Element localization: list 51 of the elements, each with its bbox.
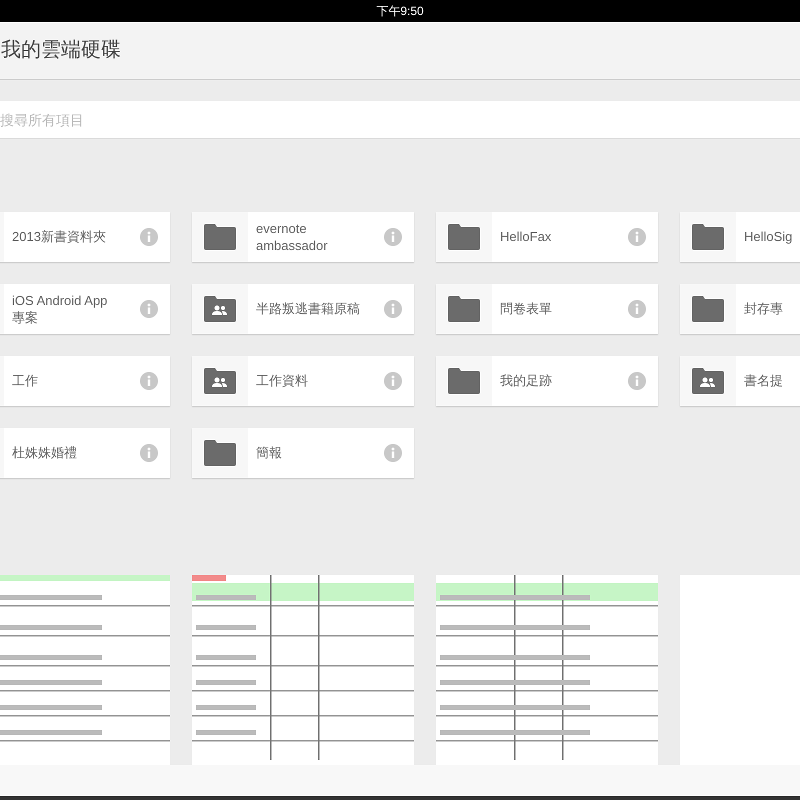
info-icon[interactable] [384,228,402,246]
folder-icon [448,296,480,322]
folder-name: evernote ambassador [255,220,329,254]
folder-name: HelloFax [499,228,552,246]
folder-card[interactable]: 書名提 [680,356,800,406]
folder-name: 問卷表單 [499,300,553,318]
folder-card[interactable]: HelloFax [436,212,658,262]
shared-folder-icon [692,368,724,394]
info-icon[interactable] [628,300,646,318]
folder-card[interactable]: 工作資料 [192,356,414,406]
folder-name: 封存專 [743,300,784,318]
info-icon[interactable] [384,444,402,462]
folder-card[interactable]: 問卷表單 [436,284,658,334]
shared-folder-icon [204,368,236,394]
folder-name: 2013新書資料夾 [11,228,107,246]
info-icon[interactable] [384,300,402,318]
folder-card[interactable]: 半路叛逃書籍原稿 [192,284,414,334]
folder-name: 半路叛逃書籍原稿 [255,300,361,318]
info-icon[interactable] [140,372,158,390]
folder-card[interactable]: iOS Android App 專案 [0,284,170,334]
page-title: 我的雲端硬碟 [1,38,121,64]
folder-name: 書名提 [743,372,784,390]
folder-card[interactable]: 我的足跡 [436,356,658,406]
info-icon[interactable] [384,372,402,390]
folder-icon [692,296,724,322]
folder-card[interactable]: 簡報 [192,428,414,478]
folder-card[interactable]: 杜姝姝婚禮 [0,428,170,478]
folder-icon [692,224,724,250]
shared-folder-icon [204,296,236,322]
folder-name: HelloSig [743,228,794,246]
folder-name: iOS Android App 專案 [11,292,108,326]
folder-icon [448,368,480,394]
folder-icon [204,224,236,250]
folder-icon [204,440,236,466]
folder-name: 工作資料 [255,372,309,390]
folder-name: 我的足跡 [499,372,553,390]
info-icon[interactable] [140,444,158,462]
folder-card[interactable]: 2013新書資料夾 [0,212,170,262]
info-icon[interactable] [140,300,158,318]
folder-name: 杜姝姝婚禮 [11,444,78,462]
folder-name: 工作 [11,372,39,390]
folder-card[interactable]: HelloSig [680,212,800,262]
info-icon[interactable] [628,372,646,390]
status-time: 下午9:50 [376,2,424,20]
folder-card[interactable]: evernote ambassador [192,212,414,262]
folder-icon [448,224,480,250]
folder-card[interactable]: 工作 [0,356,170,406]
info-icon[interactable] [140,228,158,246]
folder-name: 簡報 [255,444,283,462]
info-icon[interactable] [628,228,646,246]
folder-card[interactable]: 封存專 [680,284,800,334]
